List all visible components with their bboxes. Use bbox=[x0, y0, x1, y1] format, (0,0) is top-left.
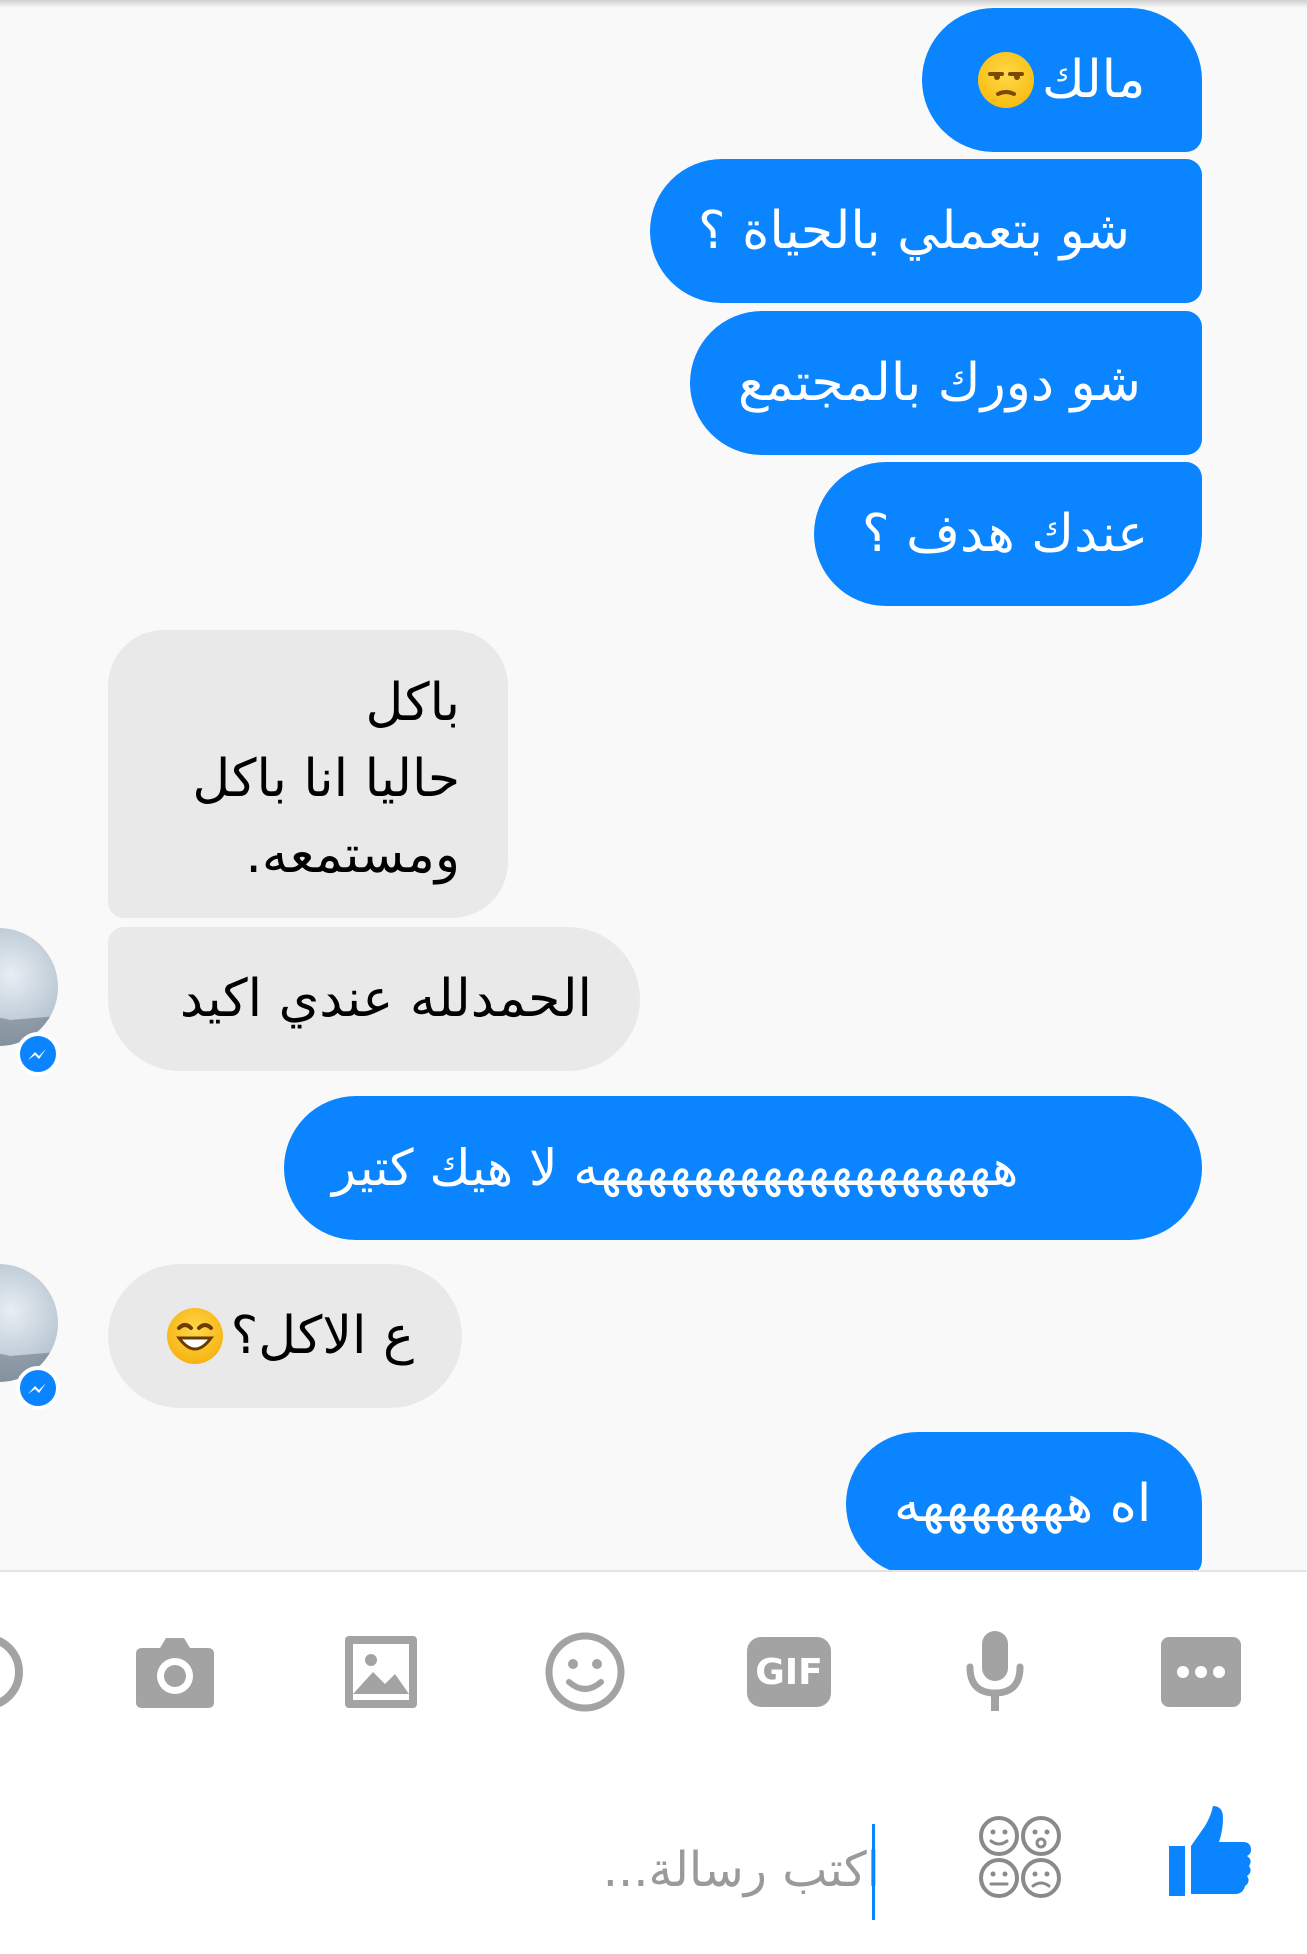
message-text: مالك bbox=[1042, 50, 1146, 110]
message-text: شو بتعملي بالحياة ؟ bbox=[698, 201, 1130, 261]
thumbs-up-icon[interactable] bbox=[1165, 1802, 1255, 1902]
message-input-area[interactable] bbox=[460, 1820, 880, 1920]
message-outgoing[interactable]: شو بتعملي بالحياة ؟ bbox=[650, 159, 1202, 303]
gif-label: GIF bbox=[747, 1637, 831, 1707]
message-outgoing[interactable]: اه هههههههه bbox=[846, 1432, 1202, 1570]
avatar bbox=[0, 928, 58, 1046]
gif-icon[interactable]: GIF bbox=[744, 1627, 834, 1717]
message-incoming[interactable]: باكل حاليا انا باكل ومستمعه. bbox=[108, 630, 508, 918]
more-icon[interactable] bbox=[1156, 1627, 1246, 1717]
message-outgoing[interactable]: مالك bbox=[922, 8, 1202, 152]
message-thread[interactable]: مالك شو بتعملي بالحياة ؟ شو دورك بالمجتم… bbox=[0, 0, 1307, 1570]
top-shadow bbox=[0, 0, 1307, 8]
messenger-badge-icon bbox=[16, 1366, 60, 1410]
emoji-icon[interactable] bbox=[540, 1627, 630, 1717]
message-text: ههههههههههههههههههه لا هيك كتير bbox=[332, 1139, 1019, 1197]
message-text: شو دورك بالمجتمع bbox=[738, 353, 1141, 413]
message-incoming[interactable]: ع الاكل؟ bbox=[108, 1264, 462, 1408]
camera-icon[interactable] bbox=[130, 1627, 220, 1717]
message-text: ع الاكل؟ bbox=[230, 1306, 414, 1366]
message-text: اه هههههههه bbox=[894, 1474, 1152, 1534]
messenger-chat-screen: مالك شو بتعملي بالحياة ؟ شو دورك بالمجتم… bbox=[0, 0, 1307, 1954]
message-incoming[interactable]: الحمدلله عندي اكيد bbox=[108, 927, 640, 1071]
avatar bbox=[0, 1264, 58, 1382]
messenger-badge-icon bbox=[16, 1032, 60, 1076]
message-outgoing[interactable]: عندك هدف ؟ bbox=[814, 462, 1202, 606]
message-text: باكل حاليا انا باكل ومستمعه. bbox=[192, 673, 460, 885]
stickers-icon[interactable] bbox=[975, 1812, 1065, 1902]
contact-avatar[interactable] bbox=[0, 928, 70, 1078]
unamused-face-icon bbox=[978, 52, 1034, 108]
grinning-squinting-face-icon bbox=[166, 1308, 223, 1364]
message-outgoing[interactable]: ههههههههههههههههههه لا هيك كتير bbox=[284, 1096, 1202, 1240]
microphone-icon[interactable] bbox=[950, 1627, 1040, 1717]
message-text: عندك هدف ؟ bbox=[862, 504, 1149, 564]
message-input[interactable] bbox=[460, 1820, 880, 1920]
composer: GIF bbox=[0, 1570, 1307, 1954]
text-cursor bbox=[872, 1824, 875, 1920]
message-text: الحمدلله عندي اكيد bbox=[179, 969, 592, 1029]
image-icon[interactable] bbox=[336, 1627, 426, 1717]
message-outgoing[interactable]: شو دورك بالمجتمع bbox=[690, 311, 1202, 455]
partial-tool-icon[interactable] bbox=[0, 1627, 30, 1717]
contact-avatar[interactable] bbox=[0, 1264, 70, 1414]
